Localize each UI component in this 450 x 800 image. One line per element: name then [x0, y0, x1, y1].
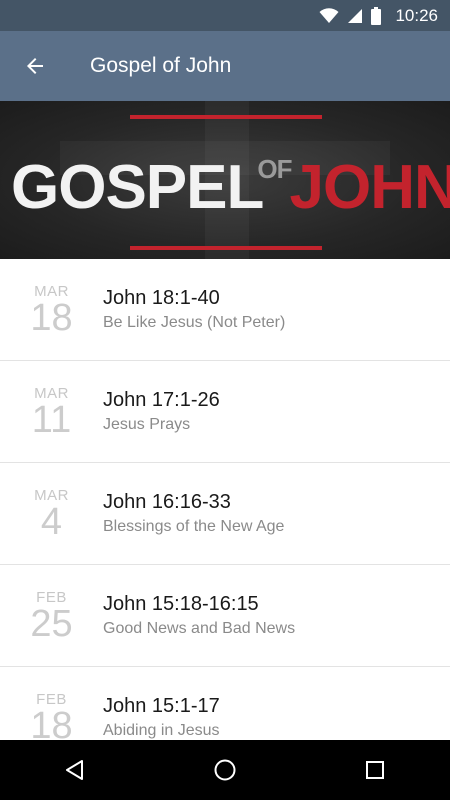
banner-title: GOSPEL OF JOHN [11, 153, 450, 223]
banner-rule-bottom [130, 246, 322, 250]
battery-icon [371, 6, 382, 25]
sermon-day: 25 [30, 602, 73, 645]
sermon-date: FEB 25 [0, 589, 103, 645]
banner-word-gospel: GOSPEL [11, 153, 264, 222]
wifi-icon [319, 7, 339, 23]
sermon-day: 11 [31, 398, 72, 441]
sermon-title: Abiding in Jesus [103, 721, 220, 739]
sermon-reference: John 18:1-40 [103, 286, 220, 309]
sermon-date: MAR 4 [0, 487, 103, 543]
nav-back-button[interactable] [45, 740, 105, 800]
recents-square-icon [366, 761, 384, 779]
sermon-date: MAR 11 [0, 385, 103, 441]
banner-word-john: JOHN [289, 153, 450, 222]
sermon-date: FEB 18 [0, 691, 103, 741]
list-item[interactable]: MAR 11 John 17:1-26 Jesus Prays [0, 361, 450, 463]
sermon-reference: John 17:1-26 [103, 388, 220, 411]
list-item[interactable]: MAR 18 John 18:1-40 Be Like Jesus (Not P… [0, 259, 450, 361]
sermon-reference: John 16:16-33 [103, 490, 231, 513]
list-item[interactable]: MAR 4 John 16:16-33 Blessings of the New… [0, 463, 450, 565]
app-bar: Gospel of John [0, 31, 450, 101]
sermon-day: 18 [30, 296, 73, 339]
status-time: 10:26 [395, 5, 438, 25]
system-nav-bar [0, 740, 450, 800]
status-bar: 10:26 [0, 0, 450, 31]
nav-home-button[interactable] [195, 740, 255, 800]
page-title: Gospel of John [90, 54, 232, 77]
sermon-date: MAR 18 [0, 283, 103, 339]
sermon-title: Blessings of the New Age [103, 517, 285, 535]
sermon-list: MAR 18 John 18:1-40 Be Like Jesus (Not P… [0, 259, 450, 740]
sermon-title: Jesus Prays [103, 415, 191, 433]
back-triangle-icon [66, 760, 83, 780]
list-item[interactable]: FEB 18 John 15:1-17 Abiding in Jesus [0, 667, 450, 740]
sermon-reference: John 15:18-16:15 [103, 592, 259, 615]
home-circle-icon [214, 759, 236, 781]
banner-rule-top [130, 115, 322, 119]
series-banner: GOSPEL OF JOHN [0, 101, 450, 259]
arrow-left-icon [27, 58, 43, 74]
sermon-reference: John 15:1-17 [103, 694, 220, 717]
list-item[interactable]: FEB 25 John 15:18-16:15 Good News and Ba… [0, 565, 450, 667]
back-button[interactable] [0, 31, 70, 101]
sermon-day: 4 [40, 500, 63, 543]
sermon-title: Good News and Bad News [103, 619, 296, 637]
sermon-day: 18 [30, 704, 73, 741]
banner-word-of: OF [257, 154, 292, 184]
nav-recents-button[interactable] [345, 740, 405, 800]
cell-signal-icon [348, 8, 363, 23]
sermon-title: Be Like Jesus (Not Peter) [103, 313, 286, 331]
